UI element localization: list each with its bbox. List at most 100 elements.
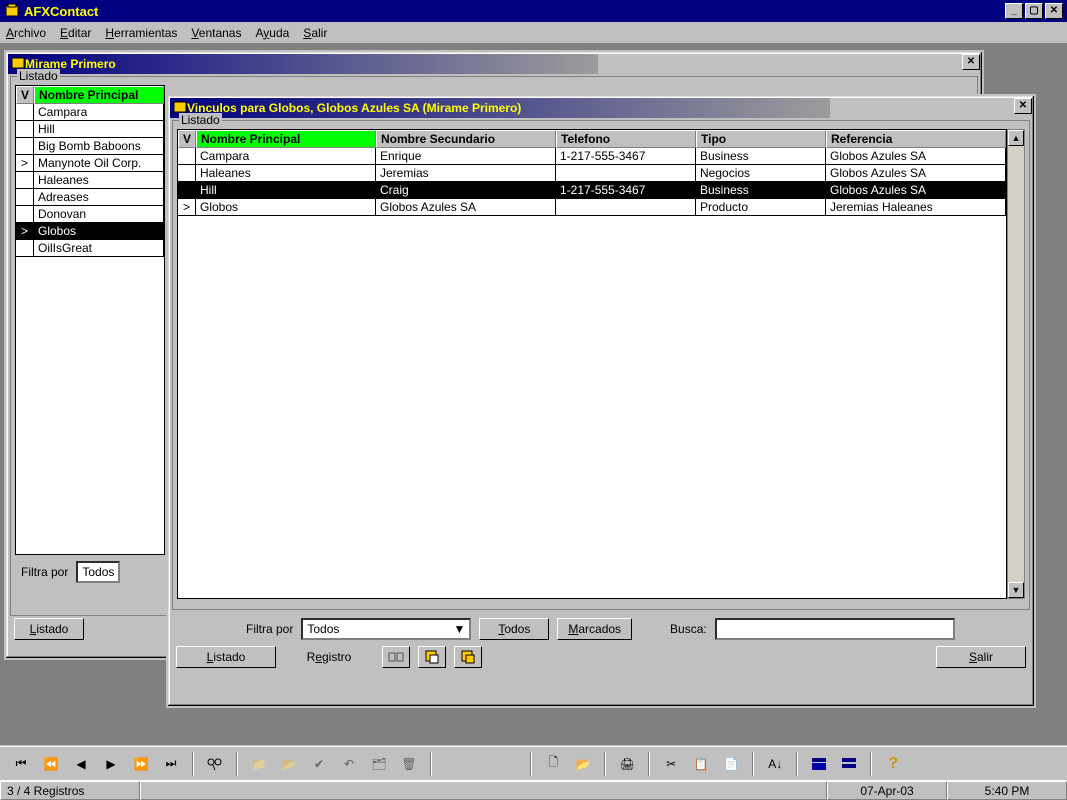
window-cascade-icon[interactable] [806,751,832,777]
status-records: 3 / 4 Registros [0,781,140,800]
win2-tool2-button[interactable] [418,646,446,668]
win2-col-tipo[interactable]: Tipo [696,130,826,148]
win2-registro-button[interactable]: Registro [284,647,374,667]
window-tile-icon[interactable] [836,751,862,777]
table-row[interactable]: Campara [16,104,164,121]
win2-close-button[interactable]: ✕ [1014,98,1032,114]
menu-ayuda-label: uda [269,26,289,40]
menu-ventanas-label: entanas [199,26,242,40]
win2-marcados-button[interactable]: Marcados [557,618,632,640]
nav-nextpage-icon[interactable]: ⏩ [128,751,154,777]
nav-last-icon[interactable]: ⏭ [158,751,184,777]
win1-col-v[interactable]: V [16,86,34,104]
app-titlebar: AFXContact _ ▢ ✕ [0,0,1067,22]
win1-col-nombre[interactable]: Nombre Principal [34,86,164,104]
nav-first-icon[interactable]: ⏮ [8,751,34,777]
win2-busca-label: Busca: [670,622,707,636]
win2-scrollbar[interactable]: ▲ ▼ [1007,129,1025,599]
win1-listado-label: istado [36,622,68,636]
table-row[interactable]: Haleanes [16,172,164,189]
menu-archivo[interactable]: Archivo [6,26,46,40]
nav-prev-icon[interactable]: ◀ [68,751,94,777]
table-row[interactable]: >Manynote Oil Corp. [16,155,164,172]
menu-salir[interactable]: Salir [303,26,327,40]
win2-filtra-label: Filtra por [246,622,293,636]
table-row[interactable]: Hill [16,121,164,138]
print-icon[interactable]: 🖨 [614,751,640,777]
nav-prevpage-icon[interactable]: ⏪ [38,751,64,777]
status-date: 07-Apr-03 [827,781,947,800]
menubar: Archivo Editar Herramientas Ventanas Ayu… [0,22,1067,44]
copy-icon[interactable]: 📋 [688,751,714,777]
find-icon[interactable] [202,751,228,777]
win2-col-tel[interactable]: Telefono [556,130,696,148]
statusbar: 3 / 4 Registros 07-Apr-03 5:40 PM [0,780,1067,800]
win2-todos-button[interactable]: Todos [479,618,549,640]
win1-close-button[interactable]: ✕ [962,54,980,70]
win2-filtra-value: Todos [307,622,339,636]
win2-busca-input[interactable] [715,618,955,640]
win2-listado-button[interactable]: Listado [176,646,276,668]
table-row[interactable]: CamparaEnrique1-217-555-3467BusinessGlob… [178,148,1006,165]
tool-folder2-icon[interactable]: 📂 [276,751,302,777]
table-row[interactable]: OilIsGreat [16,240,164,257]
table-row[interactable]: HaleanesJeremiasNegociosGlobos Azules SA [178,165,1006,182]
win1-titlebar: Mirame Primero [8,54,598,74]
menu-editar[interactable]: Editar [60,26,91,40]
win2-filtra-select[interactable]: Todos ▼ [301,618,471,640]
win2-listado-legend: Listado [179,113,222,127]
win1-filtra-select[interactable]: Todos [76,561,120,583]
win2-col-sec[interactable]: Nombre Secundario [376,130,556,148]
menu-herramientas-label: erramientas [114,26,177,40]
main-toolbar: ⏮ ⏪ ◀ ▶ ⏩ ⏭ 📁 📂 ✔ ↶ 🗂 🗑 🗋 📂 🖨 ✂ 📋 📄 A↓ ? [0,746,1067,780]
app-title: AFXContact [24,4,98,19]
new-icon[interactable]: 🗋 [540,751,566,777]
cut-icon[interactable]: ✂ [658,751,684,777]
win2-tool3-button[interactable] [454,646,482,668]
table-row[interactable]: >GlobosGlobos Azules SAProductoJeremias … [178,199,1006,216]
win2-col-nombre[interactable]: Nombre Principal [196,130,376,148]
tool-check-icon[interactable]: ✔ [306,751,332,777]
menu-ventanas[interactable]: Ventanas [191,26,241,40]
table-row[interactable]: >Globos [16,223,164,240]
win1-listado-button[interactable]: Listado [14,618,84,640]
app-icon [4,3,20,19]
maximize-button[interactable]: ▢ [1025,3,1043,19]
win2-marcados-label: arcados [578,622,621,636]
menu-herramientas[interactable]: Herramientas [105,26,177,40]
scroll-up-icon[interactable]: ▲ [1008,130,1024,146]
table-row[interactable]: Donovan [16,206,164,223]
menu-ayuda[interactable]: Ayuda [255,26,289,40]
win2-listado-label: istado [213,650,245,664]
close-button[interactable]: ✕ [1045,3,1063,19]
open-icon[interactable]: 📂 [570,751,596,777]
win1-grid[interactable]: V Nombre Principal CamparaHillBig Bomb B… [15,85,165,555]
win2-salir-label: alir [977,650,993,664]
paste-icon[interactable]: 📄 [718,751,744,777]
table-row[interactable]: Big Bomb Baboons [16,138,164,155]
tool-delete-icon[interactable]: 🗑 [396,751,422,777]
tool-folder1-icon[interactable]: 📁 [246,751,272,777]
win2-registro-label: gistro [322,650,351,664]
status-time: 5:40 PM [947,781,1067,800]
win2-col-ref[interactable]: Referencia [826,130,1006,148]
nav-next-icon[interactable]: ▶ [98,751,124,777]
scroll-down-icon[interactable]: ▼ [1008,582,1024,598]
menu-salir-label: alir [311,26,327,40]
table-row[interactable]: Adreases [16,189,164,206]
sort-icon[interactable]: A↓ [762,751,788,777]
mdi-area: Mirame Primero ✕ Listado V Nombre Princi… [0,44,1067,745]
minimize-button[interactable]: _ [1005,3,1023,19]
win2-tool1-button[interactable] [382,646,410,668]
menu-archivo-label: rchivo [14,26,46,40]
win2-col-v[interactable]: V [178,130,196,148]
status-blank [140,781,827,800]
dropdown-icon: ▼ [453,622,465,636]
help-icon[interactable]: ? [880,751,906,777]
table-row[interactable]: HillCraig1-217-555-3467BusinessGlobos Az… [178,182,1006,199]
win2-grid[interactable]: V Nombre Principal Nombre Secundario Tel… [177,129,1007,599]
tool-undo-icon[interactable]: ↶ [336,751,362,777]
win2-salir-button[interactable]: Salir [936,646,1026,668]
tool-folder3-icon[interactable]: 🗂 [366,751,392,777]
win2-titlebar: Vinculos para Globos, Globos Azules SA (… [170,98,830,118]
